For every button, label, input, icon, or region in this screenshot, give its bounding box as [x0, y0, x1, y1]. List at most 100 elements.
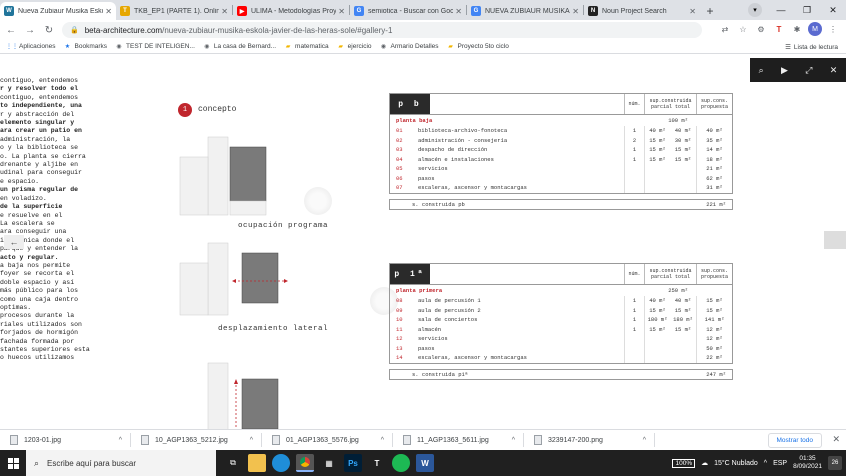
chevron-up-icon[interactable]: ^	[381, 437, 384, 444]
download-item[interactable]: 10_AGP1363_5212.jpg ^	[131, 435, 261, 445]
download-filename: 10_AGP1363_5212.jpg	[155, 436, 228, 444]
gallery-prev-button[interactable]: ←	[4, 235, 24, 249]
browser-tab[interactable]: Gsemiotica - Buscar con Goo ✕	[350, 2, 466, 20]
extension-icon[interactable]: ⚙	[754, 22, 768, 36]
browser-tab[interactable]: W Nueva Zubiaur Musika Esko ✕	[0, 2, 116, 20]
tray-chevron-icon[interactable]: ^	[764, 460, 767, 467]
photoshop-icon[interactable]: Ps	[344, 454, 362, 472]
browser-toolbar: ← → ↻ 🔒 beta-architecture.com /nueva-zub…	[0, 20, 846, 40]
cell-num: 1	[624, 315, 644, 325]
lang-indicator[interactable]: ESP	[773, 460, 787, 467]
section-label: planta primera	[396, 287, 443, 294]
menu-icon[interactable]: ⋮	[826, 22, 840, 36]
tab-close-icon[interactable]: ✕	[221, 7, 228, 16]
cell-a: 15 m²	[644, 154, 670, 164]
browser-tab[interactable]: N Noun Project Search ✕	[584, 2, 700, 20]
cell-p: 14 m²	[696, 145, 732, 155]
address-bar[interactable]: 🔒 beta-architecture.com /nueva-zubiaur-m…	[62, 22, 702, 38]
show-all-button[interactable]: Mostrar todo	[767, 433, 822, 448]
table-row: 11 almacén 1 15 m² 15 m² 12 m²	[390, 324, 732, 334]
reading-list[interactable]: ☰ Lista de lectura	[785, 40, 838, 54]
bookmark-star-icon[interactable]: ☆	[736, 22, 750, 36]
taskbar-search[interactable]: ⌕ Escribe aquí para buscar	[26, 450, 216, 476]
lock-icon[interactable]: 🔒	[70, 26, 79, 34]
chevron-up-icon[interactable]: ^	[250, 437, 253, 444]
chevron-up-icon[interactable]: ^	[643, 437, 646, 444]
bookmark-item[interactable]: ◉ TEST DE INTELIGEN...	[115, 43, 195, 51]
task-view-icon[interactable]: ⧉	[224, 454, 242, 472]
cell-a	[644, 334, 670, 344]
cell-a	[644, 164, 670, 174]
typora-icon[interactable]: T	[368, 454, 386, 472]
tab-search-icon[interactable]: ▾	[748, 3, 762, 17]
bookmark-item[interactable]: ★ Bookmarks	[64, 43, 107, 51]
clock[interactable]: 01:35 8/09/2021	[793, 455, 822, 471]
download-filename: 11_AGP1363_5611.jpg	[417, 436, 489, 444]
fullscreen-icon[interactable]: ⤢	[805, 65, 812, 76]
chrome-icon[interactable]	[296, 454, 314, 472]
tab-close-icon[interactable]: ✕	[105, 7, 112, 16]
weather-text[interactable]: 15°C Nublado	[714, 460, 758, 467]
gallery-next-button[interactable]	[824, 231, 846, 249]
bookmark-item[interactable]: ◉ Armario Detalles	[380, 43, 439, 51]
cell-num: 1	[624, 126, 644, 136]
store-icon[interactable]: ▦	[320, 454, 338, 472]
explorer-icon[interactable]	[248, 454, 266, 472]
article-line: contiguo, entendemos	[0, 77, 79, 84]
caption-ocupacion: ocupación programa	[238, 222, 329, 230]
browser-tab[interactable]: T TKB_EP1 (PARTE 1). Online ✕	[116, 2, 232, 20]
start-button[interactable]	[0, 450, 26, 476]
play-icon[interactable]: ▶	[781, 65, 788, 76]
window-close-icon[interactable]: ✕	[820, 0, 846, 20]
article-line: o y la biblioteca se	[0, 144, 79, 152]
battery-indicator[interactable]: 100%	[672, 458, 696, 468]
word-icon[interactable]: W	[416, 454, 434, 472]
cell-num	[624, 343, 644, 353]
tab-close-icon[interactable]: ✕	[689, 7, 696, 16]
close-icon[interactable]: ✕	[830, 65, 838, 76]
minimize-icon[interactable]: —	[768, 0, 794, 20]
notification-badge[interactable]: 26	[828, 456, 842, 470]
cell-p: 21 m²	[696, 164, 732, 174]
gallery-toolbar: ⌕ ▶ ⤢ ✕	[750, 58, 846, 82]
browser-tab[interactable]: ▶ ULIMA - Metodologías Proy ✕	[233, 2, 349, 20]
cell-name: almacén	[418, 325, 442, 333]
forward-icon[interactable]: →	[22, 22, 38, 38]
reload-icon[interactable]: ↻	[41, 22, 57, 38]
tab-close-icon[interactable]: ✕	[572, 7, 579, 16]
article-line: a baja nos permite	[0, 261, 71, 269]
profile-avatar[interactable]: M	[808, 22, 822, 36]
bookmark-item[interactable]: ▰ ejercicio	[337, 43, 371, 51]
chevron-up-icon[interactable]: ^	[512, 437, 515, 444]
tab-close-icon[interactable]: ✕	[455, 7, 462, 16]
folder-icon: ▰	[285, 44, 291, 50]
new-tab-button[interactable]: +	[700, 2, 720, 20]
table-row: 13 pasos 50 m²	[390, 343, 732, 353]
download-item[interactable]: 01_AGP1363_5576.jpg ^	[262, 435, 392, 445]
maximize-icon[interactable]: ❐	[794, 0, 820, 20]
cell-a: 40 m²	[644, 126, 670, 136]
browser-tab[interactable]: G NUEVA ZUBIAUR MUSIKA E ✕	[467, 2, 583, 20]
zoom-icon[interactable]: ⌕	[759, 65, 764, 76]
bookmark-item[interactable]: ▰ Proyecto 5to ciclo	[447, 43, 509, 51]
bookmark-item[interactable]: ⋮⋮ Aplicaciones	[6, 43, 56, 51]
tab-close-icon[interactable]: ✕	[338, 7, 345, 16]
extension-tp-icon[interactable]: T	[772, 22, 786, 36]
download-item[interactable]: 1203-01.jpg ^	[0, 435, 130, 445]
table-body: planta primera 250 m² 08 aula de percusió…	[389, 285, 733, 364]
bookmark-item[interactable]: ◉ La casa de Bernard...	[203, 43, 276, 51]
close-downloads-icon[interactable]: ✕	[832, 434, 840, 445]
bookmark-label: Proyecto 5to ciclo	[457, 43, 509, 50]
download-item[interactable]: 11_AGP1363_5611.jpg ^	[393, 435, 523, 445]
url-host: beta-architecture.com	[84, 25, 163, 35]
back-icon[interactable]: ←	[3, 22, 19, 38]
chevron-up-icon[interactable]: ^	[119, 437, 122, 444]
bookmark-item[interactable]: ▰ matematica	[284, 43, 329, 51]
translate-icon[interactable]: ⇄	[718, 22, 732, 36]
spotify-icon[interactable]	[392, 454, 410, 472]
page-icon: ◉	[380, 44, 387, 50]
download-item[interactable]: 3239147-200.png ^	[524, 435, 654, 445]
header-sup-propuesta: sup.cons. propuesta	[696, 94, 732, 114]
edge-icon[interactable]	[272, 454, 290, 472]
puzzle-icon[interactable]: ✱	[790, 22, 804, 36]
